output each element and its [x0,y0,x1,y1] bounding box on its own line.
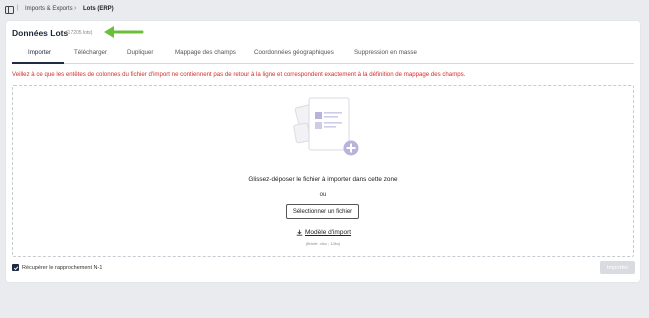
arrow-left-icon [104,26,144,38]
tab-suppression-masse[interactable]: Suppression en masse [354,49,417,56]
tab-bar: Importer Télécharger Dupliquer Mappage d… [12,47,634,64]
file-dropzone[interactable]: Glissez-déposer le fichier à importer da… [12,85,634,257]
tab-coordonnees-geographiques[interactable]: Coordonnées géographiques [254,49,334,56]
import-template-label: Modèle d'import [305,229,352,236]
lot-count: (17205 lots) [66,30,93,36]
rapprochement-label: Récupérer le rapprochement N-1 [22,264,103,271]
breadcrumb-separator: | [17,5,19,11]
document-upload-illustration [293,97,359,156]
import-button[interactable]: Importer [600,261,635,274]
warning-message: Veillez à ce que les entêtes de colonnes… [12,71,466,78]
tab-importer[interactable]: Importer [28,49,51,56]
dropzone-title: Glissez-déposer le fichier à importer da… [248,176,398,183]
import-template-link[interactable]: Modèle d'import [296,229,351,236]
tab-mappage-champs[interactable]: Mappage des champs [175,49,236,56]
breadcrumb-item-imports[interactable]: Imports & Exports [25,6,73,12]
page-title: Données Lots [12,28,69,38]
check-icon [13,265,18,270]
active-tab-indicator [12,62,64,64]
breadcrumb-separator: › [74,5,77,12]
rapprochement-checkbox[interactable] [12,264,19,271]
or-separator: ou [319,192,327,198]
download-icon [296,229,303,236]
sidebar-toggle-icon[interactable] [5,6,14,14]
tab-dupliquer[interactable]: Dupliquer [127,49,153,56]
main-card: Données Lots (17205 lots) Importer Téléc… [6,21,640,282]
rapprochement-checkbox-row[interactable]: Récupérer le rapprochement N-1 [12,264,102,271]
tab-telecharger[interactable]: Télécharger [74,49,107,56]
select-file-button[interactable]: Sélectionner un fichier [286,204,359,219]
breadcrumb-item-current: Lots (ERP) [83,6,114,12]
template-file-hint: (fichier .xlsx ; 12ko) [305,241,341,246]
top-bar: | Imports & Exports › Lots (ERP) [0,0,649,20]
